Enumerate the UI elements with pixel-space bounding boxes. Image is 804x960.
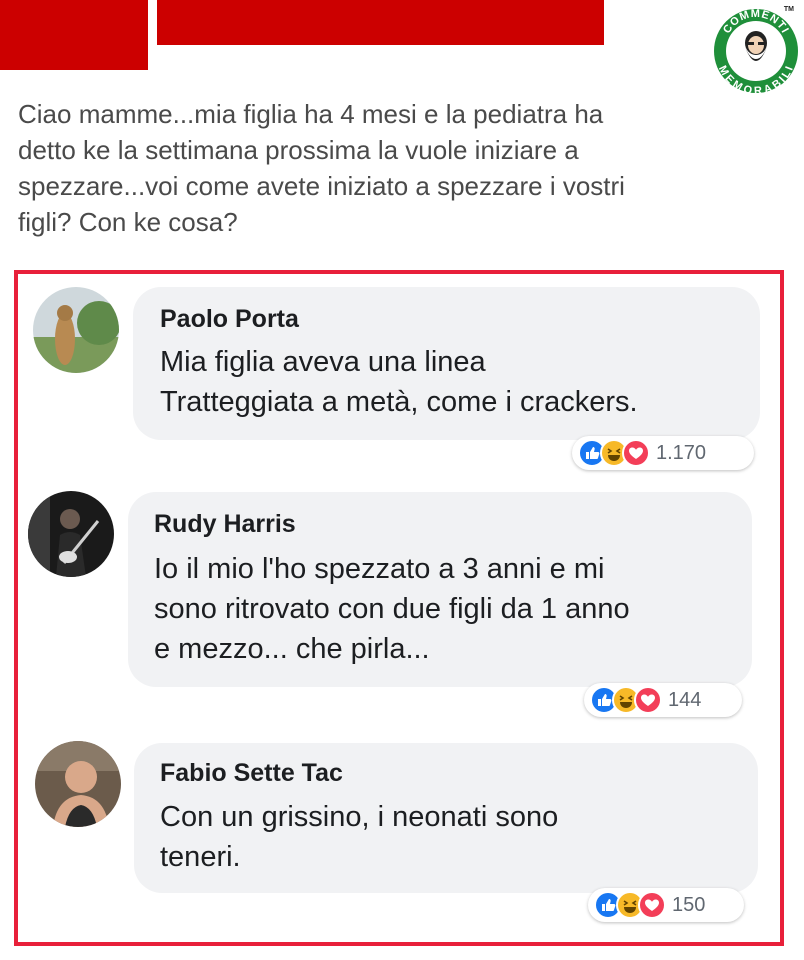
post-line: detto ke la settimana prossima la vuole … <box>18 135 579 165</box>
comment-text: Mia figlia aveva una linea Tratteggiata … <box>160 342 638 422</box>
post-line: Ciao mamme...mia figlia ha 4 mesi e la p… <box>18 99 604 129</box>
reactions-summary[interactable]: 1.170 <box>572 436 754 470</box>
comment-avatar[interactable] <box>33 287 119 373</box>
comment-line: e mezzo... che pirla... <box>154 633 430 665</box>
redacted-name-block <box>0 0 148 70</box>
reactions-summary[interactable]: 150 <box>588 888 744 922</box>
reaction-count: 1.170 <box>656 441 707 464</box>
reaction-count: 150 <box>672 893 706 916</box>
love-icon <box>634 686 662 714</box>
redacted-title-block <box>157 0 604 45</box>
post-line: spezzare...voi come avete iniziato a spe… <box>18 171 625 201</box>
comment-avatar[interactable] <box>35 741 121 827</box>
comment-line: sono ritrovato con due figli da 1 anno <box>154 593 630 625</box>
comment-line: Tratteggiata a metà, come i crackers. <box>160 386 638 418</box>
comment-author[interactable]: Fabio Sette Tac <box>160 759 343 788</box>
comment-author[interactable]: Paolo Porta <box>160 305 299 334</box>
comment-avatar[interactable] <box>28 491 114 577</box>
comment-line: teneri. <box>160 841 241 873</box>
comment-text: Con un grissino, i neonati sono teneri. <box>160 797 558 877</box>
comment-line: Con un grissino, i neonati sono <box>160 801 559 833</box>
comment-line: Mia figlia aveva una linea <box>160 346 486 378</box>
comment-author[interactable]: Rudy Harris <box>154 510 296 539</box>
commenti-memorabili-logo: COMMENTI MEMORABILI TM <box>712 3 800 97</box>
love-icon <box>638 891 666 919</box>
reactions-summary[interactable]: 144 <box>584 683 742 717</box>
love-icon <box>622 439 650 467</box>
reaction-count: 144 <box>668 688 702 711</box>
post-text: Ciao mamme...mia figlia ha 4 mesi e la p… <box>18 96 793 240</box>
logo-tm: TM <box>784 6 794 13</box>
comment-line: Io il mio l'ho spezzato a 3 anni e mi <box>154 553 605 585</box>
post-line: figli? Con ke cosa? <box>18 207 238 237</box>
comment-text: Io il mio l'ho spezzato a 3 anni e mi so… <box>154 549 630 669</box>
